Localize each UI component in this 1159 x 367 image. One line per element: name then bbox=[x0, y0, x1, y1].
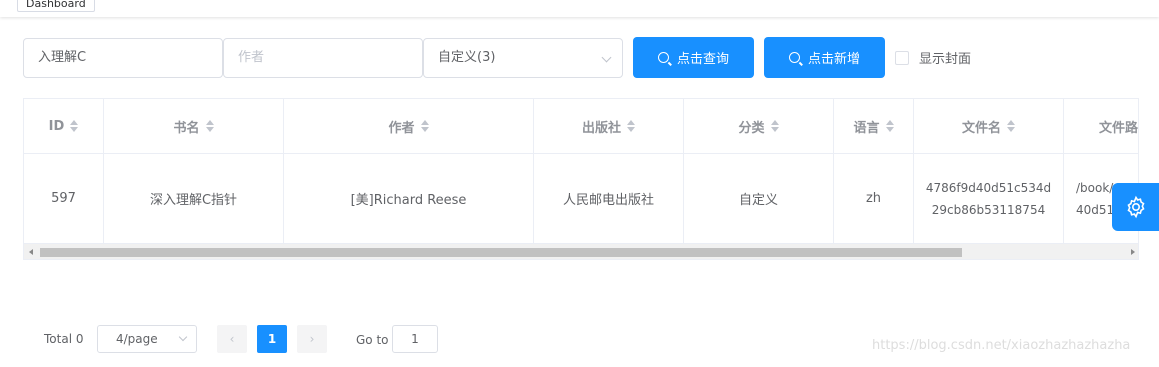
header-id[interactable]: ID bbox=[24, 99, 104, 153]
search-icon bbox=[788, 52, 800, 63]
sort-icon[interactable] bbox=[1007, 120, 1015, 132]
add-button-label: 点击新增 bbox=[807, 52, 860, 67]
page-number-active[interactable]: 1 bbox=[257, 325, 287, 353]
header-publisher[interactable]: 出版社 bbox=[534, 99, 684, 153]
goto-label: Go to bbox=[356, 333, 389, 347]
add-button[interactable]: 点击新增 bbox=[764, 37, 885, 78]
search-icon bbox=[657, 52, 669, 63]
top-navbar: Dashboard bbox=[0, 0, 1159, 17]
scroll-left-icon[interactable] bbox=[29, 249, 33, 255]
show-cover-checkbox[interactable] bbox=[895, 51, 909, 65]
cell-category: 自定义 bbox=[684, 154, 834, 243]
cell-publisher: 人民邮电出版社 bbox=[534, 154, 684, 243]
header-author[interactable]: 作者 bbox=[284, 99, 534, 153]
title-search-input[interactable]: 入理解C bbox=[23, 38, 223, 78]
chevron-down-icon bbox=[178, 332, 188, 342]
horizontal-scrollbar[interactable] bbox=[24, 243, 1138, 259]
category-select[interactable]: 自定义(3) bbox=[423, 38, 623, 78]
author-input[interactable]: 作者 bbox=[223, 38, 423, 78]
scroll-right-icon[interactable] bbox=[1131, 249, 1135, 255]
table-header: ID 书名 作者 出版社 分类 语言 文件名 文件路 bbox=[24, 99, 1138, 154]
pagination-total: Total 0 bbox=[44, 332, 84, 346]
next-page-button[interactable]: › bbox=[297, 325, 327, 353]
prev-page-button[interactable]: ‹ bbox=[217, 325, 247, 353]
search-button-label: 点击查询 bbox=[676, 52, 729, 67]
cell-title: 深入理解C指针 bbox=[104, 154, 284, 243]
header-filename[interactable]: 文件名 bbox=[914, 99, 1064, 153]
sort-icon[interactable] bbox=[420, 120, 429, 132]
cell-author: [美]Richard Reese bbox=[284, 154, 534, 243]
table-row[interactable]: 597 深入理解C指针 [美]Richard Reese 人民邮电出版社 自定义… bbox=[24, 154, 1138, 243]
show-cover-label[interactable]: 显示封面 bbox=[919, 48, 971, 67]
page-size-select[interactable]: 4/page bbox=[97, 325, 197, 353]
watermark: https://blog.csdn.net/xiaozhazhazhazha bbox=[872, 338, 1131, 353]
page-size-value: 4/page bbox=[116, 332, 158, 346]
sort-icon[interactable] bbox=[205, 120, 214, 132]
search-button[interactable]: 点击查询 bbox=[633, 37, 754, 78]
cell-filename: 4786f9d40d51c534d29cb86b53118754 bbox=[914, 154, 1064, 243]
header-category[interactable]: 分类 bbox=[684, 99, 834, 153]
cell-language: zh bbox=[834, 154, 914, 243]
gear-icon bbox=[1126, 195, 1145, 219]
sort-icon[interactable] bbox=[770, 120, 779, 132]
header-filepath[interactable]: 文件路 bbox=[1064, 99, 1138, 153]
chevron-left-icon: ‹ bbox=[229, 332, 235, 346]
header-title[interactable]: 书名 bbox=[104, 99, 284, 153]
chevron-right-icon: › bbox=[309, 332, 315, 346]
header-language[interactable]: 语言 bbox=[834, 99, 914, 153]
cell-id: 597 bbox=[24, 154, 104, 243]
chevron-down-icon bbox=[601, 52, 612, 63]
sort-icon[interactable] bbox=[70, 120, 79, 132]
goto-page-input[interactable]: 1 bbox=[392, 325, 438, 353]
books-table: ID 书名 作者 出版社 分类 语言 文件名 文件路 597 深入理解C指针 [… bbox=[23, 98, 1139, 260]
settings-button[interactable] bbox=[1112, 183, 1159, 231]
tag-dashboard[interactable]: Dashboard bbox=[17, 0, 95, 12]
sort-icon[interactable] bbox=[627, 120, 635, 132]
sort-icon[interactable] bbox=[885, 120, 894, 132]
category-select-value: 自定义(3) bbox=[438, 50, 496, 65]
scroll-thumb[interactable] bbox=[40, 248, 962, 257]
